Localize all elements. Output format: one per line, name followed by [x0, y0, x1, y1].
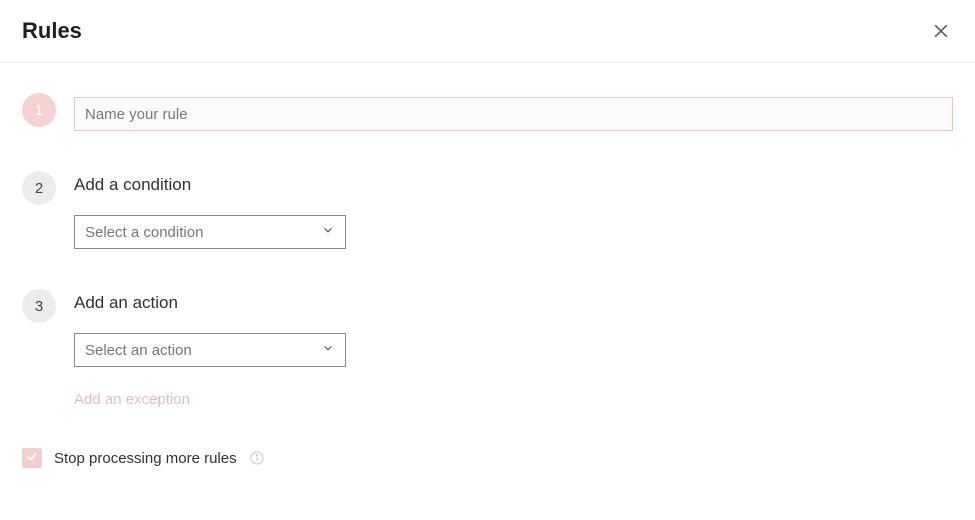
- info-icon[interactable]: [249, 450, 265, 466]
- chevron-down-icon: [321, 341, 335, 360]
- dialog-title: Rules: [22, 18, 82, 44]
- step-name-rule: 1: [22, 93, 953, 131]
- stop-processing-checkbox[interactable]: [22, 448, 42, 468]
- step-condition-body: Add a condition Select a condition: [74, 171, 953, 249]
- action-dropdown-text: Select an action: [85, 342, 192, 359]
- step-action-title: Add an action: [74, 293, 953, 313]
- stop-processing-label: Stop processing more rules: [54, 450, 237, 467]
- dialog-content: 1 2 Add a condition Select a condition 3…: [0, 63, 975, 490]
- step-badge-3: 3: [22, 289, 56, 323]
- action-dropdown[interactable]: Select an action: [74, 333, 346, 367]
- chevron-down-icon: [321, 223, 335, 242]
- close-button[interactable]: [929, 19, 953, 43]
- step-badge-2: 2: [22, 171, 56, 205]
- step-add-action: 3 Add an action Select an action Add an …: [22, 289, 953, 408]
- step-action-body: Add an action Select an action Add an ex…: [74, 289, 953, 408]
- step-badge-1: 1: [22, 93, 56, 127]
- stop-processing-option: Stop processing more rules: [22, 448, 953, 468]
- step-add-condition: 2 Add a condition Select a condition: [22, 171, 953, 249]
- dialog-header: Rules: [0, 0, 975, 63]
- condition-dropdown[interactable]: Select a condition: [74, 215, 346, 249]
- step-condition-title: Add a condition: [74, 175, 953, 195]
- add-exception-link[interactable]: Add an exception: [74, 391, 953, 408]
- step-name-body: [74, 93, 953, 131]
- condition-dropdown-text: Select a condition: [85, 224, 203, 241]
- checkmark-icon: [25, 449, 39, 468]
- rule-name-input[interactable]: [74, 97, 953, 131]
